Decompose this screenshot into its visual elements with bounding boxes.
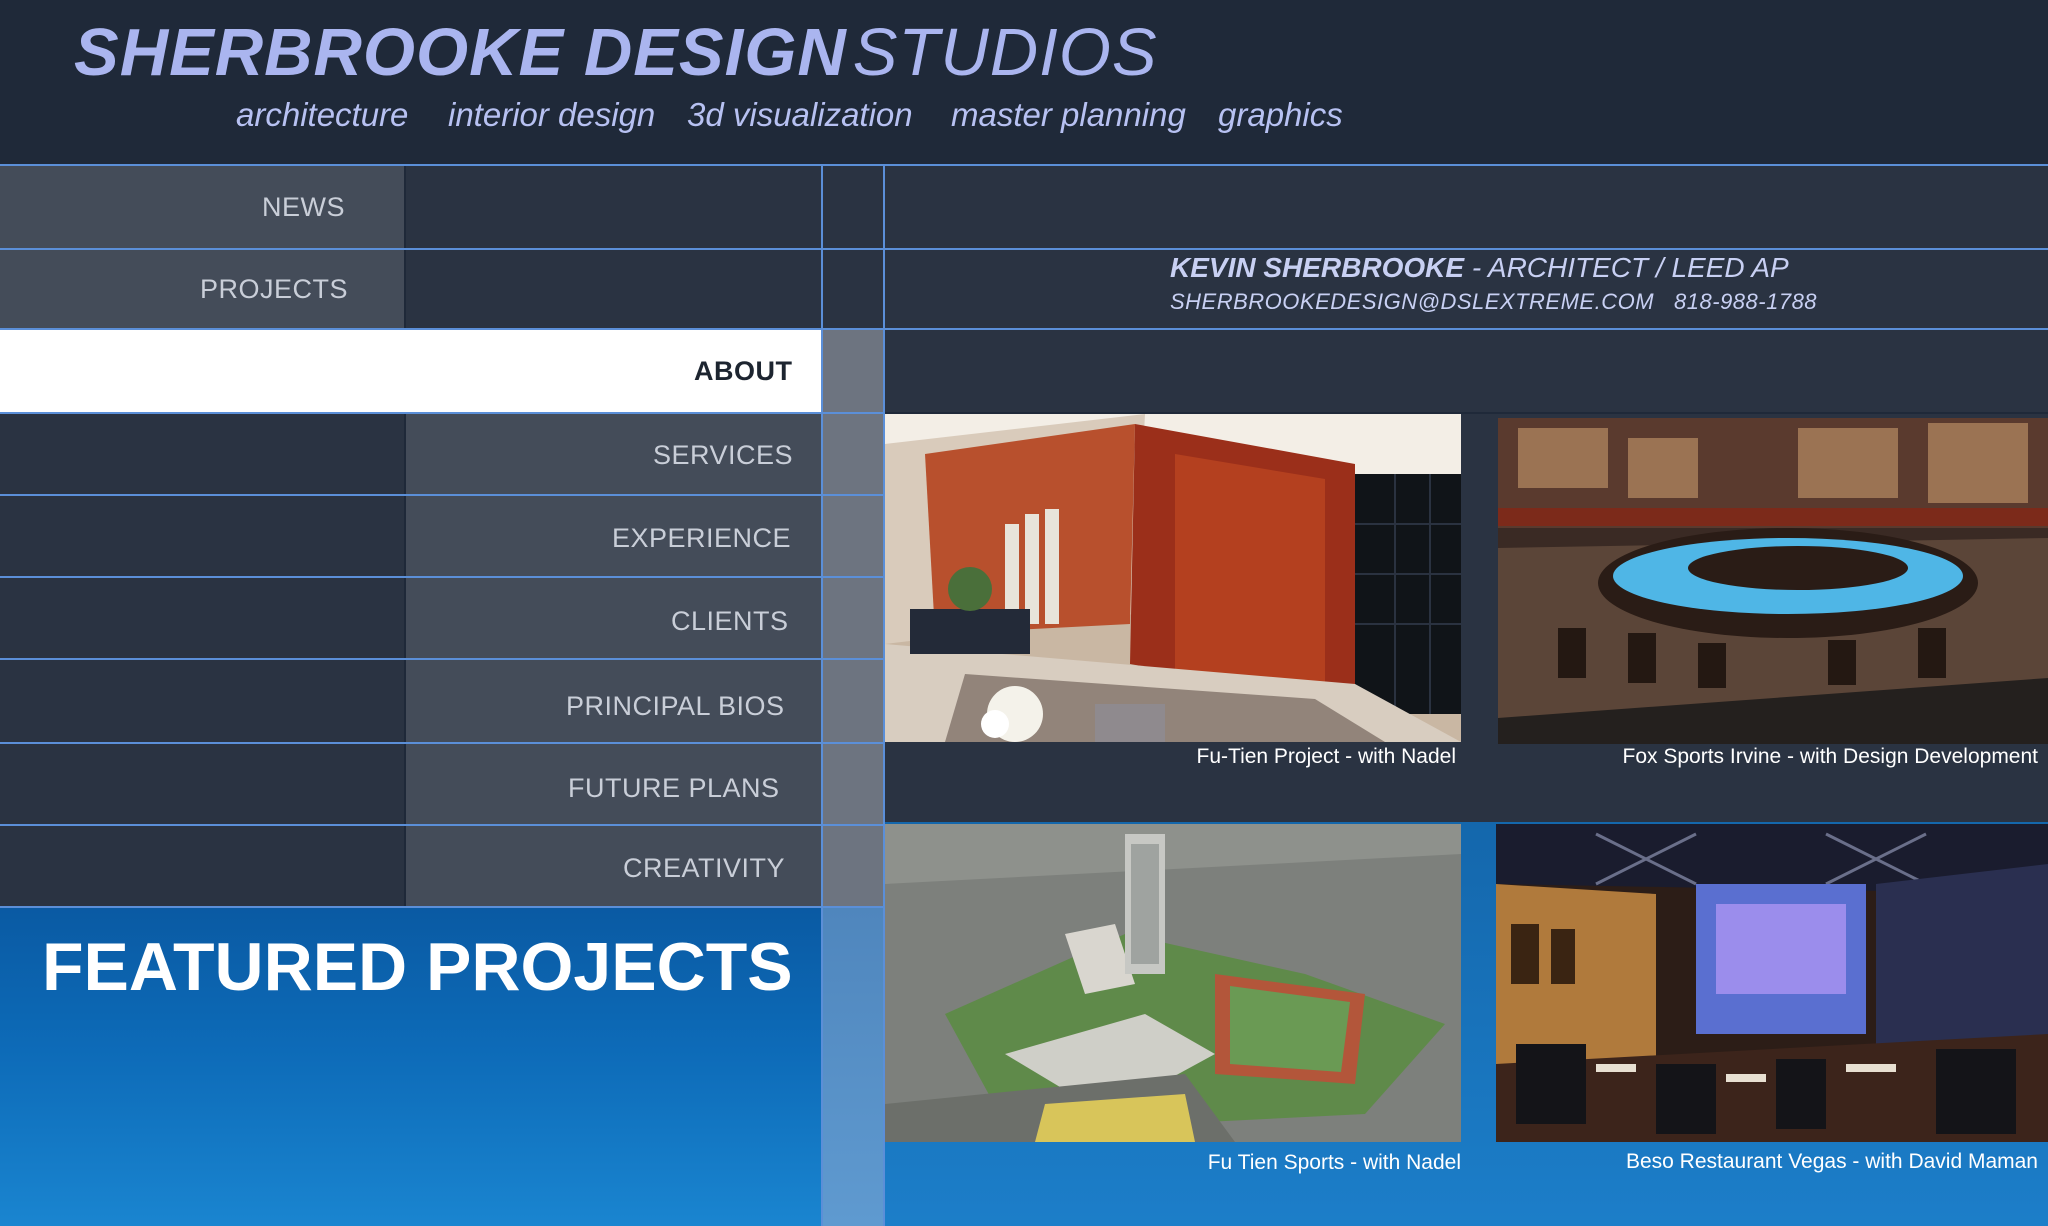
divider: [0, 412, 885, 414]
divider: [0, 742, 885, 744]
project-photo-beso-restaurant[interactable]: [1496, 824, 2048, 1142]
project-photo-fu-tien-lobby[interactable]: [885, 414, 1461, 742]
site-logo[interactable]: SHERBROOKE DESIGNSTUDIOS: [74, 14, 1158, 91]
nav-spacer: [406, 250, 821, 328]
divider: [0, 328, 2048, 330]
project-photo-fu-tien-sports[interactable]: [885, 824, 1461, 1142]
divider: [821, 164, 823, 1226]
restaurant-image: [1496, 824, 2048, 1142]
service-link-graphics[interactable]: graphics: [1218, 96, 1343, 134]
nav-spacer: [0, 826, 404, 906]
nav-spacer: [0, 744, 404, 824]
service-link-architecture[interactable]: architecture: [236, 96, 408, 134]
gallery-caption[interactable]: Fu Tien Sports - with Nadel: [1208, 1151, 1461, 1175]
sports-complex-image: [885, 824, 1461, 1142]
sports-bar-image: [1498, 418, 2048, 744]
nav-label-experience[interactable]: EXPERIENCE: [612, 523, 791, 554]
project-photo-fox-sports[interactable]: [1498, 418, 2048, 744]
lobby-image: [885, 414, 1461, 742]
service-link-master-planning[interactable]: master planning: [951, 96, 1186, 134]
contact-info: SHERBROOKEDESIGN@DSLEXTREME.COM 818-988-1…: [1170, 289, 1817, 315]
nav-label-creativity[interactable]: CREATIVITY: [623, 853, 785, 884]
divider: [0, 658, 885, 660]
brand-bold: SHERBROOKE DESIGN: [74, 15, 847, 90]
nav-label-news[interactable]: NEWS: [262, 192, 345, 223]
nav-label-about[interactable]: ABOUT: [694, 356, 793, 387]
gallery-caption[interactable]: Fox Sports Irvine - with Design Developm…: [1623, 745, 2039, 769]
divider: [0, 906, 885, 908]
nav-label-future-plans[interactable]: FUTURE PLANS: [568, 773, 780, 804]
nav-label-clients[interactable]: CLIENTS: [671, 606, 789, 637]
divider: [0, 494, 885, 496]
featured-heading: FEATURED PROJECTS: [42, 929, 793, 1005]
brand-light: STUDIOS: [852, 15, 1158, 90]
service-link-interior-design[interactable]: interior design: [448, 96, 655, 134]
contact-person: KEVIN SHERBROOKE: [1170, 252, 1465, 283]
contact-name: KEVIN SHERBROOKE - ARCHITECT / LEED AP: [1170, 252, 1789, 284]
nav-spacer: [406, 166, 821, 248]
nav-label-projects[interactable]: PROJECTS: [200, 274, 348, 305]
nav-label-principal-bios[interactable]: PRINCIPAL BIOS: [566, 691, 785, 722]
divider: [0, 164, 2048, 166]
nav-spacer: [0, 578, 404, 658]
gallery-caption[interactable]: Fu-Tien Project - with Nadel: [1197, 745, 1456, 769]
gallery-caption[interactable]: Beso Restaurant Vegas - with David Maman: [1626, 1150, 2038, 1174]
contact-phone: 818-988-1788: [1674, 289, 1818, 314]
divider: [0, 576, 885, 578]
featured-gutter: [823, 908, 883, 1226]
service-link-3d-visualization[interactable]: 3d visualization: [687, 96, 913, 134]
nav-spacer: [0, 660, 404, 742]
divider: [883, 164, 885, 1226]
nav-spacer: [0, 414, 404, 494]
contact-title: - ARCHITECT / LEED AP: [1464, 252, 1789, 283]
nav-spacer: [0, 496, 404, 576]
contact-email[interactable]: SHERBROOKEDESIGN@DSLEXTREME.COM: [1170, 289, 1654, 314]
divider: [0, 248, 2048, 250]
divider: [0, 824, 885, 826]
nav-label-services[interactable]: SERVICES: [653, 440, 793, 471]
